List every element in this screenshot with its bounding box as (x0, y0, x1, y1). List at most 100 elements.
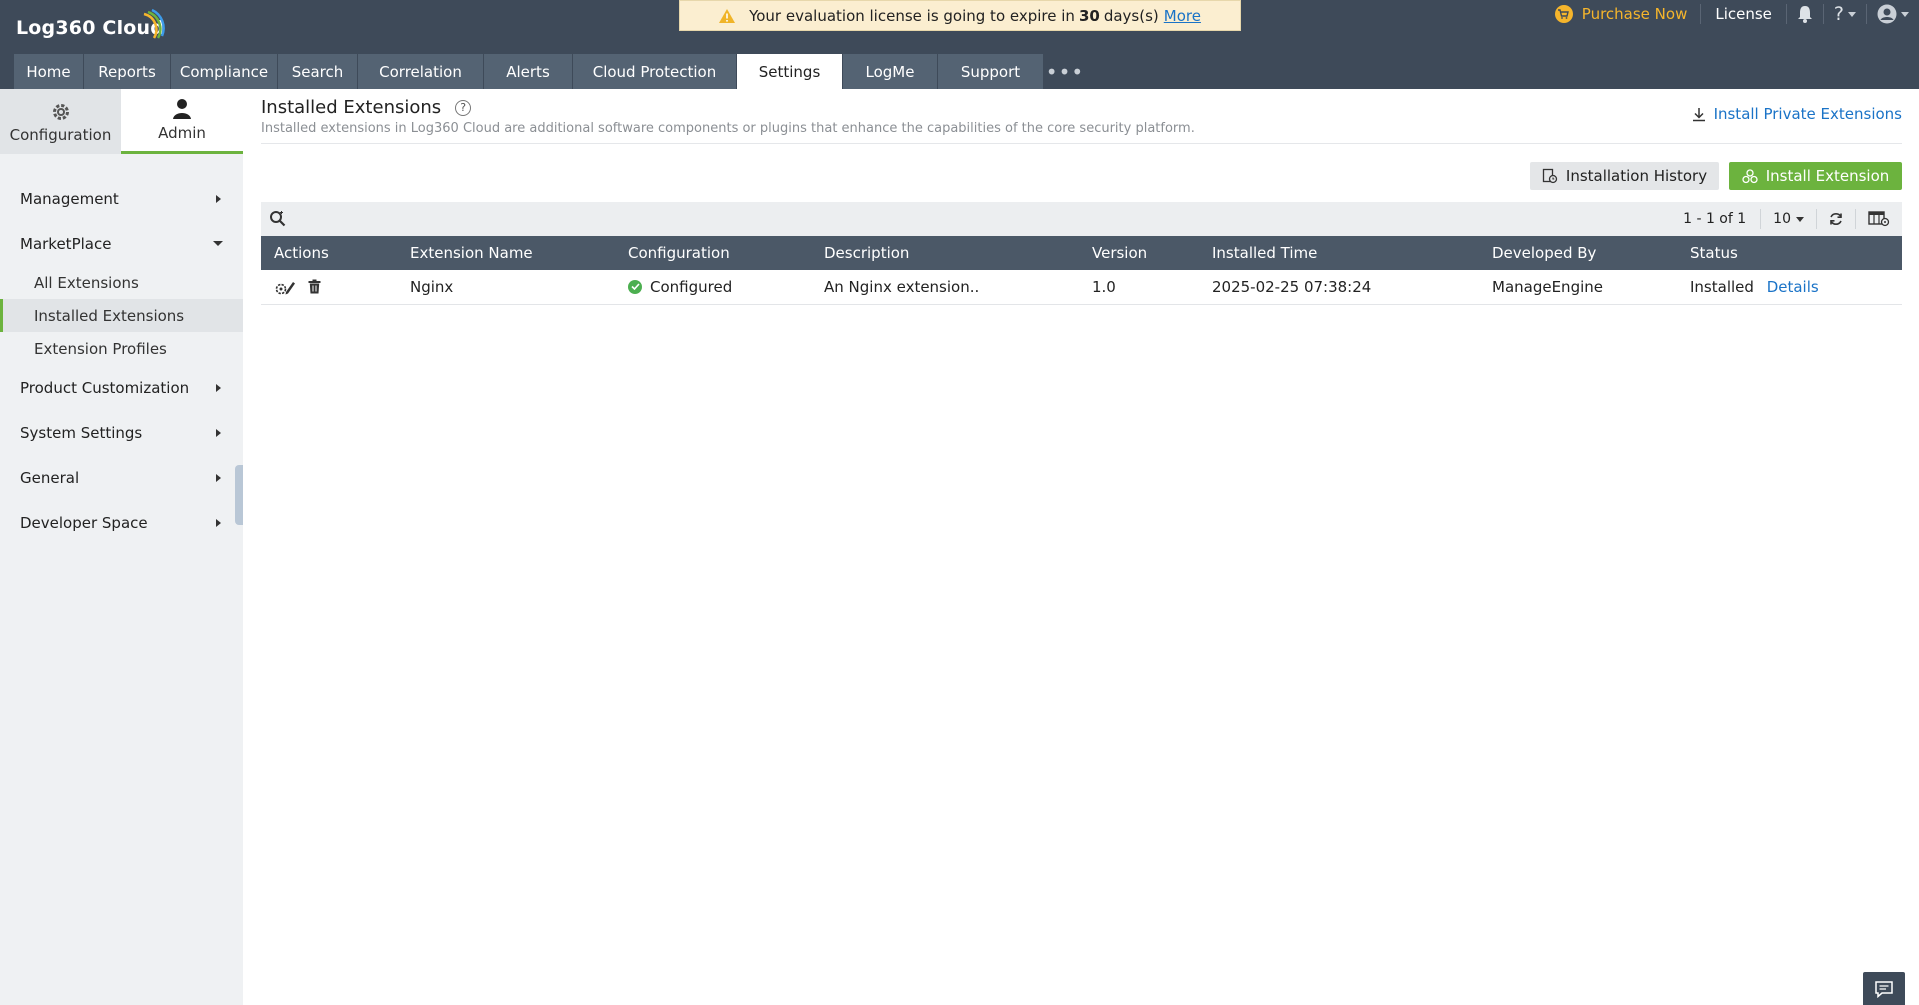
warning-icon (719, 8, 736, 23)
sidebar-item-label: Product Customization (20, 378, 190, 397)
column-header-developed-by[interactable]: Developed By (1479, 236, 1677, 270)
table-header-row: Actions Extension Name Configuration Des… (261, 236, 1902, 270)
header-divider (261, 143, 1902, 144)
user-avatar-icon (1877, 4, 1897, 24)
sidebar: Configuration Admin Management MarketPla… (0, 89, 243, 1005)
admin-user-icon (172, 98, 192, 120)
toolbar-right: 1 - 1 of 1 10 (1669, 202, 1902, 236)
chevron-down-icon (213, 241, 223, 246)
row-description: An Nginx extension.. (824, 277, 980, 296)
help-menu-button[interactable]: ? (1822, 3, 1866, 25)
trash-icon[interactable] (308, 279, 321, 294)
row-status: Installed Details (1677, 270, 1902, 304)
tab-logme[interactable]: LogMe (843, 54, 937, 89)
sidebar-item-system-settings[interactable]: System Settings (0, 410, 243, 455)
chevron-right-icon (216, 518, 221, 527)
sidebar-item-general[interactable]: General (0, 455, 243, 500)
chevron-right-icon (216, 383, 221, 392)
sidebar-item-all-extensions[interactable]: All Extensions (0, 266, 243, 299)
tab-cloud-protection[interactable]: Cloud Protection (573, 54, 736, 89)
logo-arc-icon (143, 8, 165, 39)
install-extension-button[interactable]: Install Extension (1729, 162, 1902, 190)
installation-history-button[interactable]: Installation History (1530, 162, 1719, 190)
column-header-version[interactable]: Version (1079, 236, 1199, 270)
sidebar-toggle: Configuration Admin (0, 89, 243, 154)
sidebar-item-product-customization[interactable]: Product Customization (0, 365, 243, 410)
history-document-icon (1542, 168, 1558, 184)
sidebar-item-installed-extensions[interactable]: Installed Extensions (0, 299, 243, 332)
license-banner: Your evaluation license is going to expi… (679, 0, 1241, 31)
row-version: 1.0 (1092, 277, 1116, 296)
column-header-status[interactable]: Status (1677, 236, 1902, 270)
per-page-select[interactable]: 10 (1760, 209, 1816, 229)
sidebar-item-label: General (20, 468, 80, 487)
license-link[interactable]: License (1701, 4, 1787, 24)
chevron-right-icon (216, 428, 221, 437)
refresh-icon (1830, 213, 1842, 225)
tab-support[interactable]: Support (938, 54, 1043, 89)
notifications-button[interactable] (1787, 4, 1823, 24)
more-tabs-button[interactable]: ••• (1044, 54, 1086, 89)
chevron-down-icon (1848, 11, 1856, 17)
top-right-actions: Purchase Now License ? (1542, 0, 1919, 28)
user-menu-button[interactable] (1866, 4, 1919, 24)
tab-settings[interactable]: Settings (737, 54, 842, 89)
help-icon: ? (1833, 3, 1844, 25)
bell-icon (1797, 6, 1812, 23)
banner-text-before: Your evaluation license is going to expi… (749, 6, 1075, 25)
extension-cubes-icon (1742, 168, 1758, 183)
sidebar-item-developer-space[interactable]: Developer Space (0, 500, 243, 545)
installation-history-label: Installation History (1565, 167, 1708, 185)
app-logo[interactable]: Log360 Cloud (16, 8, 165, 48)
sidebar-menu: Management MarketPlace All Extensions In… (0, 176, 243, 545)
status-text: Installed (1690, 277, 1754, 296)
extensions-table: Actions Extension Name Configuration Des… (261, 236, 1902, 305)
configuration-label: Configuration (9, 125, 112, 144)
sidebar-item-extension-profiles[interactable]: Extension Profiles (0, 332, 243, 365)
chat-icon (1875, 980, 1893, 998)
page-subtitle: Installed extensions in Log360 Cloud are… (261, 121, 1195, 136)
gear-icon (51, 100, 71, 122)
sidebar-item-marketplace[interactable]: MarketPlace (0, 221, 243, 266)
admin-toggle[interactable]: Admin (121, 89, 243, 154)
row-developed-by: ManageEngine (1492, 277, 1603, 296)
purchase-label: Purchase Now (1581, 5, 1688, 23)
sidebar-item-label: Developer Space (20, 513, 148, 532)
tab-correlation[interactable]: Correlation (358, 54, 483, 89)
row-extension-name: Nginx (410, 277, 454, 296)
sidebar-collapse-handle[interactable] (235, 465, 243, 525)
tab-home[interactable]: Home (14, 54, 83, 89)
column-header-description[interactable]: Description (811, 236, 1079, 270)
tab-reports[interactable]: Reports (84, 54, 170, 89)
download-icon (1692, 107, 1705, 121)
column-header-actions: Actions (274, 244, 329, 262)
help-circle-icon[interactable]: ? (455, 99, 472, 116)
configuration-toggle[interactable]: Configuration (0, 89, 121, 154)
search-button[interactable] (269, 210, 287, 232)
tab-alerts[interactable]: Alerts (484, 54, 572, 89)
search-icon (270, 211, 286, 227)
table-settings-icon (1868, 211, 1890, 227)
tab-search[interactable]: Search (278, 54, 357, 89)
column-chooser-button[interactable] (1855, 209, 1902, 229)
configuration-status: Configured (650, 277, 733, 296)
banner-text-after: days(s) (1103, 6, 1159, 25)
column-header-installed-time[interactable]: Installed Time (1199, 236, 1479, 270)
sidebar-item-management[interactable]: Management (0, 176, 243, 221)
chat-button[interactable] (1863, 972, 1905, 1005)
row-configuration: Configured (615, 270, 811, 304)
table-toolbar: 1 - 1 of 1 10 (261, 202, 1902, 236)
refresh-button[interactable] (1816, 209, 1855, 229)
configure-edit-icon[interactable] (274, 278, 296, 296)
details-link[interactable]: Details (1767, 278, 1819, 296)
row-actions (261, 270, 397, 304)
column-header-extension-name[interactable]: Extension Name (397, 236, 615, 270)
column-header-configuration[interactable]: Configuration (615, 236, 811, 270)
install-private-extensions-link[interactable]: Install Private Extensions (1692, 105, 1902, 123)
purchase-now-link[interactable]: Purchase Now (1542, 4, 1702, 24)
tab-compliance[interactable]: Compliance (171, 54, 277, 89)
admin-label: Admin (158, 124, 206, 142)
table-row: Nginx Configured An Nginx extension.. 1.… (261, 270, 1902, 304)
install-private-label: Install Private Extensions (1713, 105, 1902, 123)
banner-more-link[interactable]: More (1164, 7, 1201, 25)
